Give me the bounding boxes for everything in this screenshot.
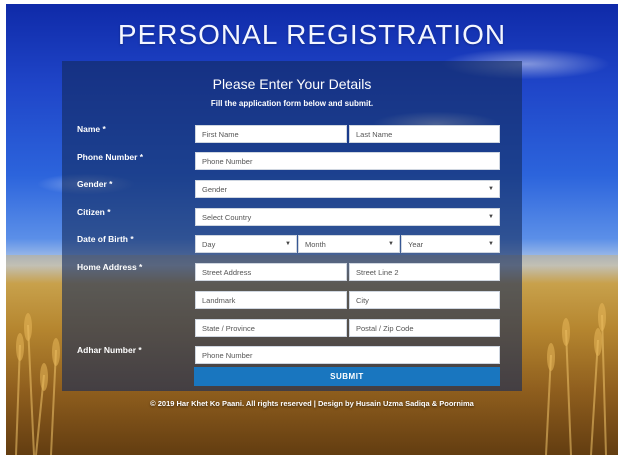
citizen-label: Citizen * [77, 207, 111, 217]
page-title: PERSONAL REGISTRATION [117, 19, 507, 50]
state-input[interactable]: State / Province [195, 319, 347, 337]
country-select[interactable]: Select Country [195, 208, 500, 226]
street-address-input[interactable]: Street Address [195, 263, 347, 281]
phone-input[interactable]: Phone Number [195, 152, 500, 170]
form-subheading: Fill the application form below and subm… [210, 99, 374, 108]
address-label: Home Address * [77, 262, 143, 272]
zip-input[interactable]: Postal / Zip Code [349, 319, 500, 337]
footer-copyright: © 2019 Har Khet Ko Paani. All rights res… [150, 399, 474, 408]
name-label: Name * [77, 124, 106, 134]
background-scene: PERSONAL REGISTRATION Please Enter Your … [6, 4, 618, 455]
submit-button[interactable]: SUBMIT [194, 367, 500, 386]
first-name-input[interactable]: First Name [195, 125, 347, 143]
year-select[interactable]: Year [401, 235, 500, 253]
dob-label: Date of Birth * [77, 234, 134, 244]
street-line2-input[interactable]: Street Line 2 [349, 263, 500, 281]
month-select[interactable]: Month [298, 235, 400, 253]
adhar-label: Adhar Number * [77, 345, 142, 355]
landmark-input[interactable]: Landmark [195, 291, 347, 309]
city-input[interactable]: City [349, 291, 500, 309]
phone-label: Phone Number * [77, 152, 144, 162]
last-name-input[interactable]: Last Name [349, 125, 500, 143]
gender-label: Gender * [77, 179, 113, 189]
form-heading: Please Enter Your Details [212, 76, 372, 92]
adhar-input[interactable]: Phone Number [195, 346, 500, 364]
gender-select[interactable]: Gender [195, 180, 500, 198]
registration-form: Please Enter Your Details Fill the appli… [62, 61, 522, 391]
day-select[interactable]: Day [195, 235, 297, 253]
